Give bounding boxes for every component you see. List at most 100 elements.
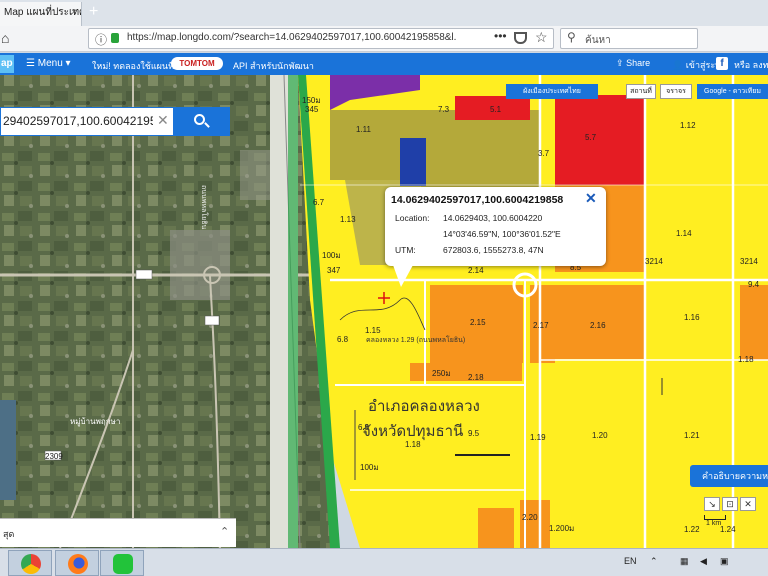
popup-dms-value: 14°03'46.59"N, 100°36'01.52"E (443, 229, 561, 239)
facebook-icon[interactable]: f (716, 57, 728, 70)
zone-blue (400, 138, 426, 186)
browser-tab-bar: Map แผนที่ประเทศ × + (0, 0, 768, 26)
scale-label: 1 km (706, 520, 722, 527)
user-icon: 👤 (672, 60, 684, 70)
zone-label: 2309 (45, 452, 63, 461)
popup-title[interactable]: 14.0629402597017,100.6004219858 (391, 194, 563, 206)
popup-close-icon[interactable]: ✕ (585, 190, 597, 207)
taskbar-chrome-button[interactable] (8, 550, 52, 576)
zone-label: 2.17 (533, 321, 549, 330)
new-tab-button[interactable]: + (89, 2, 98, 22)
clear-icon[interactable]: ✕ (157, 112, 169, 129)
popup-utm-value: 672803.6, 1555273.8, 47N (443, 245, 544, 255)
promo-link[interactable]: ใหม่! ทดลองใช้แผนที่ (92, 59, 174, 73)
zone-label: 345 (305, 105, 319, 114)
zoom-box-icon[interactable]: ⊡ (722, 497, 738, 511)
notification-icon[interactable]: ▣ (720, 556, 729, 567)
bottom-panel-label: สุด (3, 529, 15, 539)
menu-button[interactable]: ☰ Menu ▾ (26, 58, 71, 69)
tab-close-icon[interactable]: × (71, 2, 77, 24)
zone-label: 1.18 (738, 355, 754, 364)
zone-label: 9.5 (468, 429, 480, 438)
bookmark-star-icon[interactable]: ☆ (535, 29, 548, 46)
zone-label: 1.20 (592, 431, 608, 440)
zone-label: 1.15 (365, 326, 381, 335)
zone-label: 1.11 (356, 125, 372, 134)
tray-chevron-icon[interactable]: ⌃ (650, 556, 658, 567)
popup-location-label: Location: (395, 213, 430, 223)
browser-tab[interactable]: Map แผนที่ประเทศ × (0, 2, 82, 26)
google-satellite-button[interactable]: Google - ดาวเทียม (697, 84, 768, 99)
zone-red (555, 95, 645, 185)
coordinate-search-input[interactable]: 29402597017,100.60042195 (3, 114, 153, 128)
taskbar: EN ⌃ ▦ ◀ ▣ (0, 548, 768, 576)
zone-label: 3214 (645, 257, 663, 266)
popup-location-row: Location: 14.0629403, 100.6004220 (395, 213, 542, 223)
search-placeholder: ค้นหา (585, 35, 611, 46)
api-link[interactable]: API สำหรับนักพัฒนา (233, 59, 314, 73)
taskbar-firefox-button[interactable] (55, 550, 99, 576)
zone-label: 3.7 (538, 149, 550, 158)
zone-label: 347 (327, 266, 341, 275)
zone-label: 1.21 (684, 431, 700, 440)
zone-label: 1.19 (530, 433, 546, 442)
zone-label: 1.14 (676, 229, 692, 238)
firefox-icon (68, 554, 88, 574)
map-layer[interactable]: 7.3 5.1 1.11 5.7 1.12 150ม 3.7 1.14 1.13 6.7 100ม 3… (0, 75, 768, 548)
info-icon[interactable]: ⓘ (95, 31, 107, 48)
tomtom-badge[interactable]: TOMTOM (171, 57, 223, 70)
zone-label: 5.7 (585, 133, 597, 142)
zone-label: 1.22 (684, 525, 700, 534)
zone-label: 9.4 (748, 280, 760, 289)
traffic-button[interactable]: จราจร (660, 84, 692, 99)
url-text[interactable]: https://map.longdo.com/?search=14.062940… (127, 32, 457, 43)
legend-button[interactable]: คำอธิบายความหมาย (690, 465, 768, 487)
zone-label: 6.7 (313, 198, 325, 207)
province-label: จังหวัดปทุมธานี (362, 423, 463, 441)
land-use-button[interactable]: ผังเมืองประเทศไทย (506, 84, 598, 99)
popup-pointer (393, 265, 413, 287)
share-icon: ⇪ (616, 58, 624, 68)
hamburger-icon: ☰ (26, 58, 35, 69)
zone-label: 100ม (360, 463, 379, 472)
zone-label: 2.20 (522, 513, 538, 522)
url-bar[interactable]: ⓘ https://map.longdo.com/?search=14.0629… (88, 28, 554, 49)
browser-search-input[interactable]: ⚲ ค้นหา (560, 28, 698, 49)
zone-label: 100ม (322, 251, 341, 260)
bottom-panel[interactable]: สุด ⌃ (0, 518, 236, 547)
zone-label: 250ม (432, 369, 451, 378)
popup-utm-label: UTM: (395, 245, 416, 255)
zone-label: 2.15 (470, 318, 486, 327)
chevron-up-icon[interactable]: ⌃ (220, 525, 229, 538)
pocket-icon[interactable] (514, 32, 527, 44)
village-label: หมู่บ้านพฤกษา (70, 417, 120, 427)
network-icon[interactable]: ▦ (680, 556, 689, 567)
clear-tool-icon[interactable]: ✕ (740, 497, 756, 511)
map-canvas[interactable]: 7.3 5.1 1.11 5.7 1.12 150ม 3.7 1.14 1.13 6.7 100ม 3… (0, 75, 768, 548)
share-button[interactable]: ⇪ Share (616, 58, 650, 69)
zone-label: 1.200ม (549, 524, 574, 533)
zone-label: 5.1 (490, 105, 502, 114)
language-indicator[interactable]: EN (624, 556, 637, 566)
site-logo[interactable]: ap (0, 55, 14, 73)
volume-icon[interactable]: ◀ (700, 556, 707, 567)
menu-label: Menu (37, 58, 63, 69)
zone-label: 2.16 (590, 321, 606, 330)
register-link[interactable]: หรือ ลงทะ (734, 58, 768, 72)
chrome-icon (21, 554, 41, 574)
zone-label: 2.18 (468, 373, 484, 382)
zone-label: 150ม (302, 96, 321, 105)
road-label: ถนนพหลโยธิน (200, 185, 209, 229)
place-button[interactable]: สถานที่ (626, 84, 656, 99)
popup-location-value: 14.0629403, 100.6004220 (443, 213, 543, 223)
home-icon[interactable]: ⌂ (1, 30, 15, 46)
zone-label: 2.14 (468, 266, 484, 275)
share-label: Share (626, 58, 651, 68)
page-actions-icon[interactable]: ••• (494, 29, 507, 43)
taskbar-line-button[interactable] (100, 550, 144, 576)
search-button[interactable] (173, 107, 230, 136)
zone-label: 1.18 (405, 440, 421, 449)
measure-tool-icon[interactable]: ↘ (704, 497, 720, 511)
zone-label: 1.13 (340, 215, 356, 224)
zone-label: 1.16 (684, 313, 700, 322)
